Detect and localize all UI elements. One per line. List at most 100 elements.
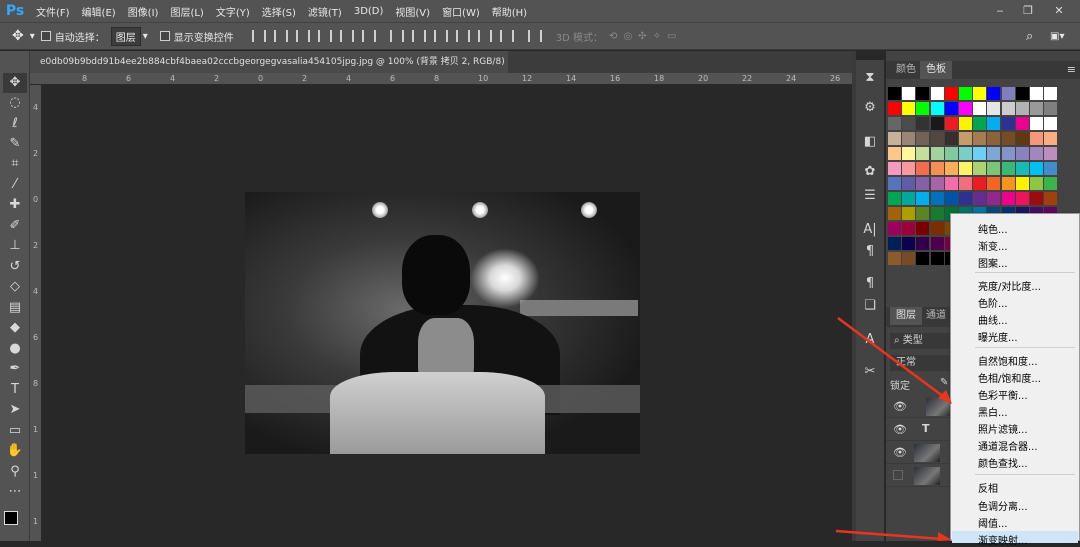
color-swatch[interactable] [916, 162, 930, 175]
color-swatch[interactable] [1030, 177, 1043, 190]
color-swatch[interactable] [1044, 102, 1058, 115]
color-swatch[interactable] [973, 162, 987, 175]
tab-color[interactable]: 颜色 [890, 61, 922, 79]
menu-item-curves[interactable]: 曲线... [978, 312, 1008, 327]
distribute-left-icon[interactable] [455, 30, 470, 42]
workspace-icon[interactable]: ▣▾ [1050, 31, 1064, 42]
history-panel-icon[interactable]: ⧗ [860, 68, 880, 88]
menu-item-threshold[interactable]: 阈值... [978, 515, 1008, 530]
move-tool-icon[interactable]: ✥ [3, 73, 27, 93]
color-swatch[interactable] [930, 87, 944, 100]
color-swatch[interactable] [959, 147, 972, 160]
color-swatch[interactable] [930, 237, 944, 250]
color-swatch[interactable] [987, 177, 1001, 190]
menu-item-color-balance[interactable]: 色彩平衡... [978, 387, 1028, 402]
glyphs-panel-icon[interactable]: A [860, 330, 880, 350]
visibility-toggle[interactable] [893, 470, 903, 480]
blend-mode-select[interactable]: 正常 [890, 355, 950, 371]
color-swatch[interactable] [1030, 102, 1043, 115]
color-swatch[interactable] [987, 102, 1001, 115]
color-swatch[interactable] [1044, 87, 1058, 100]
color-swatch[interactable] [959, 87, 972, 100]
panel-menu-icon[interactable]: ≡ [1067, 63, 1076, 76]
color-swatch[interactable] [1001, 102, 1015, 115]
menu-item-gradient[interactable]: 渐变... [978, 238, 1008, 253]
3d-roll-icon[interactable]: ◎ [623, 31, 632, 42]
brush-settings-icon[interactable]: ☰ [860, 186, 880, 206]
color-swatch[interactable] [888, 147, 901, 160]
eye-icon[interactable]: 👁 [893, 446, 907, 459]
3d-drag-icon[interactable]: ✣ [638, 31, 646, 42]
more-tools-icon[interactable]: ⋯ [3, 482, 27, 502]
pen-tool-icon[interactable]: ✒ [3, 359, 27, 379]
align-hcenter-icon[interactable] [339, 30, 354, 42]
color-swatch[interactable] [888, 222, 901, 235]
distribute-hcenter-icon[interactable] [477, 30, 492, 42]
color-swatch[interactable] [902, 87, 916, 100]
eraser-tool-icon[interactable]: ◇ [3, 277, 27, 297]
menu-select[interactable]: 选择(S) [256, 4, 302, 19]
eye-icon[interactable]: 👁 [893, 423, 907, 436]
color-swatch[interactable] [1044, 177, 1058, 190]
color-swatch[interactable] [944, 147, 958, 160]
menu-item-invert[interactable]: 反相 [978, 480, 998, 495]
properties-panel-icon[interactable]: ⚙ [860, 98, 880, 118]
color-swatch[interactable] [930, 207, 944, 220]
brush-tool-icon[interactable]: ✐ [3, 216, 27, 236]
color-swatch[interactable] [1044, 192, 1058, 205]
color-swatch[interactable] [888, 117, 901, 130]
chevron-down-icon[interactable]: ▾ [143, 31, 148, 42]
character-styles-icon[interactable]: ❏ [860, 296, 880, 316]
color-swatch[interactable] [1030, 132, 1043, 145]
color-swatch[interactable] [902, 192, 916, 205]
align-right-icon[interactable] [361, 30, 376, 42]
color-swatch[interactable] [888, 237, 901, 250]
color-swatch[interactable] [930, 102, 944, 115]
color-swatch[interactable] [888, 192, 901, 205]
color-swatch[interactable] [930, 117, 944, 130]
tab-swatches[interactable]: 色板 [920, 61, 952, 79]
color-swatch[interactable] [930, 162, 944, 175]
color-swatch[interactable] [888, 207, 901, 220]
color-swatch[interactable] [1001, 117, 1015, 130]
color-swatch[interactable] [1015, 132, 1029, 145]
color-swatch[interactable] [930, 252, 944, 265]
color-swatch[interactable] [916, 117, 930, 130]
color-swatch[interactable] [1030, 162, 1043, 175]
color-swatch[interactable] [916, 192, 930, 205]
color-swatch[interactable] [930, 132, 944, 145]
color-swatch[interactable] [1001, 87, 1015, 100]
color-swatch[interactable] [930, 222, 944, 235]
foreground-color-swatch[interactable] [4, 511, 18, 525]
color-swatch[interactable] [916, 252, 930, 265]
color-swatch[interactable] [902, 252, 916, 265]
menu-item-black-white[interactable]: 黑白... [978, 404, 1008, 419]
color-swatch[interactable] [944, 117, 958, 130]
menu-item-vibrance[interactable]: 自然饱和度... [978, 353, 1038, 368]
adjustments-panel-icon[interactable]: ◧ [860, 132, 880, 152]
color-swatch[interactable] [1001, 132, 1015, 145]
align-bottom-icon[interactable] [295, 30, 310, 42]
color-swatch[interactable] [1044, 147, 1058, 160]
color-swatch[interactable] [902, 102, 916, 115]
rectangle-tool-icon[interactable]: ▭ [3, 421, 27, 441]
menu-item-exposure[interactable]: 曝光度... [978, 329, 1018, 344]
color-swatch[interactable] [902, 222, 916, 235]
character-panel-icon[interactable]: A| [860, 220, 880, 240]
checkbox-box[interactable] [159, 31, 170, 41]
menu-item-posterize[interactable]: 色调分离... [978, 498, 1028, 513]
color-swatch[interactable] [1044, 117, 1058, 130]
color-swatch[interactable] [1015, 177, 1029, 190]
color-swatch[interactable] [987, 87, 1001, 100]
color-swatch[interactable] [888, 102, 901, 115]
menu-item-gradient-map[interactable]: 渐变映射... [978, 532, 1028, 547]
color-swatch[interactable] [1015, 192, 1029, 205]
menu-item-brightness-contrast[interactable]: 亮度/对比度... [978, 278, 1041, 293]
color-swatch[interactable] [1001, 177, 1015, 190]
tool-presets-icon[interactable]: ✂ [860, 362, 880, 382]
color-swatch[interactable] [902, 162, 916, 175]
close-icon[interactable]: ✕ [1048, 0, 1070, 22]
color-swatch[interactable] [1001, 162, 1015, 175]
quick-select-tool-icon[interactable]: ✎ [3, 134, 27, 154]
menu-item-color-lookup[interactable]: 颜色查找... [978, 455, 1028, 470]
